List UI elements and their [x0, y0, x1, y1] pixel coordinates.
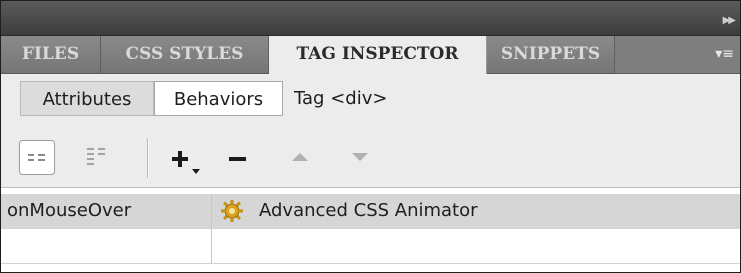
behavior-row[interactable] — [1, 229, 740, 264]
tab-snippets[interactable]: SNIPPETS — [487, 36, 615, 73]
add-behavior-icon — [172, 151, 200, 174]
behaviors-toolbar — [1, 129, 740, 188]
move-up-button[interactable] — [289, 149, 311, 163]
action-label: Advanced CSS Animator — [259, 200, 478, 221]
gear-icon — [221, 200, 243, 222]
panel-title-bar[interactable]: ▶▶ — [1, 1, 740, 36]
action-cell[interactable] — [213, 229, 740, 263]
show-all-events-button[interactable] — [83, 145, 117, 171]
subtab-behaviors[interactable]: Behaviors — [154, 81, 283, 116]
show-all-events-icon — [87, 148, 105, 165]
subtab-attributes[interactable]: Attributes — [20, 81, 154, 116]
tab-tag-inspector[interactable]: TAG INSPECTOR — [269, 36, 487, 74]
inspector-subtabs: Attributes Behaviors Tag <div> — [1, 74, 740, 129]
show-set-events-button[interactable] — [19, 140, 55, 175]
add-behavior-button[interactable] — [169, 143, 207, 177]
action-cell[interactable]: Advanced CSS Animator — [213, 194, 740, 228]
remove-behavior-icon — [229, 157, 246, 161]
tag-inspector-panel: ▶▶ FILES CSS STYLES TAG INSPECTOR SNIPPE… — [0, 0, 741, 273]
tab-css-styles[interactable]: CSS STYLES — [101, 36, 269, 73]
event-cell[interactable] — [1, 229, 212, 263]
event-cell[interactable]: onMouseOver — [1, 194, 212, 228]
move-down-icon — [352, 153, 368, 161]
move-down-button[interactable] — [349, 149, 371, 163]
toolbar-separator — [147, 138, 149, 178]
show-set-events-icon — [19, 140, 55, 175]
panel-menu-icon[interactable]: ▾≡ — [715, 46, 734, 62]
panel-tab-bar: FILES CSS STYLES TAG INSPECTOR SNIPPETS … — [1, 36, 740, 74]
move-up-icon — [292, 153, 308, 161]
collapse-icon[interactable]: ▶▶ — [723, 15, 736, 26]
behaviors-grid: onMouseOver Advanced CSS Animator — [1, 188, 740, 272]
remove-behavior-button[interactable] — [227, 151, 249, 165]
tag-label: Tag <div> — [294, 88, 388, 109]
behavior-row[interactable]: onMouseOver Advanced CSS Animator — [1, 194, 740, 229]
tab-files[interactable]: FILES — [1, 36, 101, 73]
